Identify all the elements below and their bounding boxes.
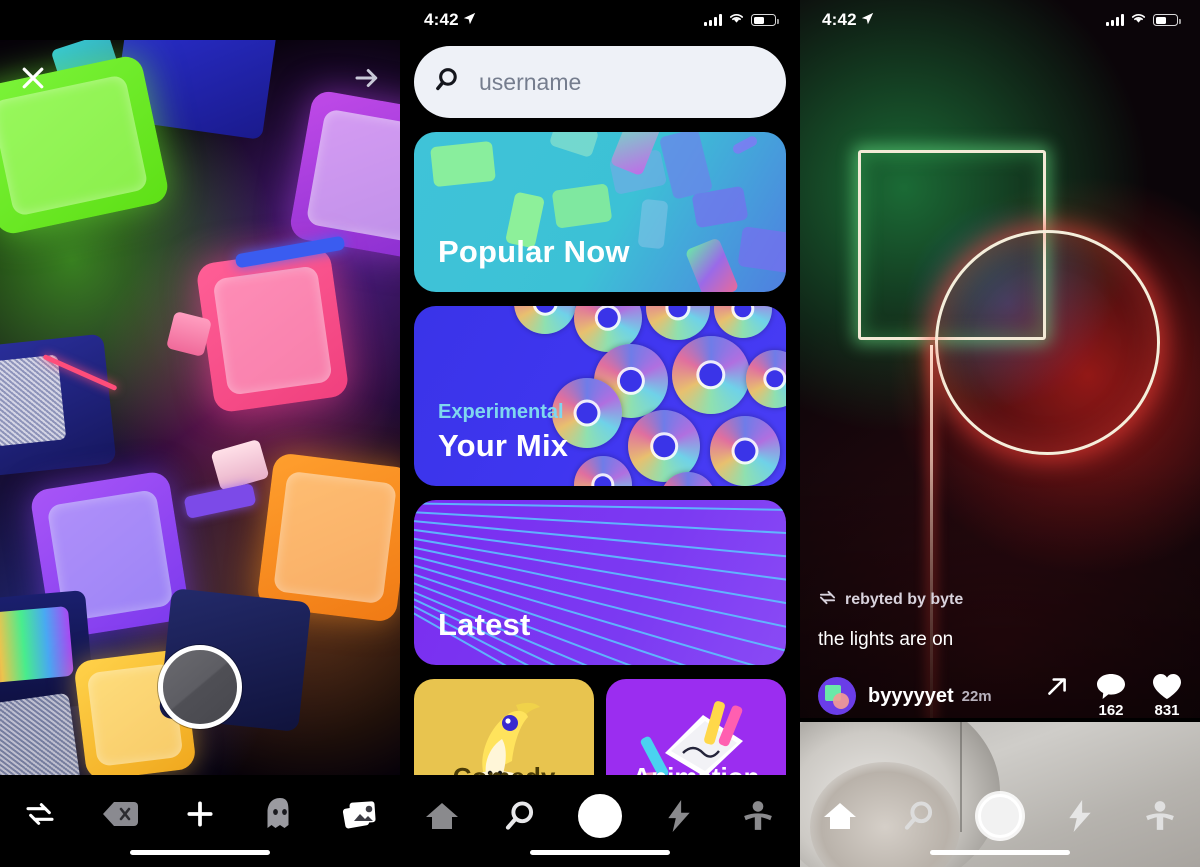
animation-tile-label: Animation <box>606 762 786 775</box>
nav-profile[interactable] <box>1120 791 1200 841</box>
like-button[interactable]: 831 <box>1152 673 1182 719</box>
loop-mode-button[interactable] <box>0 793 80 835</box>
status-time-group: 4:42 <box>822 10 874 30</box>
post-caption: the lights are on <box>818 629 954 650</box>
comedy-tile-label: Comedy <box>414 762 594 775</box>
post-timestamp: 22m <box>961 687 992 705</box>
nav-home[interactable] <box>402 791 481 841</box>
record-button[interactable] <box>158 645 242 729</box>
nav-profile[interactable] <box>719 791 798 841</box>
left-phone-camera-screen <box>0 0 400 867</box>
explore-scroll-area[interactable]: Popular Now Experimental Your Mix <box>402 40 798 775</box>
right-phone-feed-screen: 4:42 rebyted by byte the lights are on b… <box>800 0 1200 867</box>
nav-explore[interactable] <box>880 791 960 841</box>
avatar-circle-shape <box>833 693 849 709</box>
post-author-username[interactable]: byyyyyet <box>868 685 954 708</box>
your-mix-eyebrow: Experimental <box>438 401 564 423</box>
share-arrow-icon <box>1048 678 1066 695</box>
location-arrow-icon <box>463 10 476 30</box>
status-indicators <box>1106 11 1181 29</box>
post-author-row: byyyyyet 22m 162 831 <box>818 673 1182 719</box>
wifi-icon <box>728 11 745 29</box>
home-indicator <box>930 850 1070 855</box>
comedy-category-tile[interactable]: Comedy <box>414 679 594 775</box>
nav-activity[interactable] <box>640 791 719 841</box>
status-time: 4:42 <box>424 10 459 29</box>
post-actions: 162 831 <box>1044 673 1182 719</box>
latest-label: Latest <box>438 607 531 642</box>
like-count: 831 <box>1154 702 1180 719</box>
comment-button[interactable]: 162 <box>1096 673 1126 719</box>
right-status-bar: 4:42 <box>800 0 1200 40</box>
share-button[interactable] <box>1044 673 1070 699</box>
record-circle-icon[interactable] <box>978 794 1022 838</box>
location-arrow-icon <box>861 10 874 30</box>
avatar[interactable] <box>818 677 856 715</box>
home-indicator <box>130 850 270 855</box>
rebyte-arrows-icon <box>818 589 837 611</box>
nav-activity[interactable] <box>1040 791 1120 841</box>
wifi-icon <box>1130 11 1147 29</box>
neon-circle-shape <box>935 230 1160 455</box>
popular-now-label: Popular Now <box>438 234 630 269</box>
search-icon <box>436 66 463 98</box>
ghost-icon[interactable] <box>240 793 320 835</box>
search-input[interactable] <box>479 68 764 96</box>
status-time: 4:42 <box>822 10 857 29</box>
status-indicators <box>704 11 779 29</box>
post-meta-block: rebyted by byte the lights are on byyyyy… <box>818 589 1182 719</box>
category-tile-row: Comedy Animation <box>414 679 786 775</box>
mid-status-bar: 4:42 <box>402 0 798 40</box>
your-mix-label: Your Mix <box>438 428 569 463</box>
animation-category-tile[interactable]: Animation <box>606 679 786 775</box>
latest-card[interactable]: Latest <box>414 500 786 665</box>
your-mix-card[interactable]: Experimental Your Mix <box>414 306 786 486</box>
record-circle-icon[interactable] <box>578 794 622 838</box>
comment-bubble-icon <box>1097 674 1125 699</box>
rebyte-row[interactable]: rebyted by byte <box>818 589 1182 611</box>
cellular-bars-icon <box>1106 14 1124 26</box>
status-time-group: 4:42 <box>424 10 476 30</box>
battery-icon <box>1153 14 1181 26</box>
comment-count: 162 <box>1098 702 1124 719</box>
mid-phone-explore-screen: 4:42 username Popular Now Experimental Y… <box>400 0 800 867</box>
close-icon[interactable] <box>18 63 48 93</box>
home-indicator <box>530 850 670 855</box>
nav-home[interactable] <box>800 791 880 841</box>
nav-record[interactable] <box>960 791 1040 841</box>
rebyte-label: rebyted by byte <box>845 591 964 608</box>
cellular-bars-icon <box>704 14 722 26</box>
camera-top-controls <box>0 48 400 108</box>
battery-icon <box>751 14 779 26</box>
three-phone-screenshots: 4:42 username Popular Now Experimental Y… <box>0 0 1200 867</box>
nav-explore[interactable] <box>481 791 560 841</box>
delete-clip-button[interactable] <box>80 793 160 835</box>
add-clip-button[interactable] <box>160 793 240 835</box>
search-bar[interactable] <box>414 46 786 118</box>
popular-now-card[interactable]: Popular Now <box>414 132 786 292</box>
heart-icon <box>1153 674 1181 699</box>
gallery-button[interactable] <box>320 793 400 835</box>
next-arrow-icon[interactable] <box>352 63 382 93</box>
nav-record[interactable] <box>560 791 639 841</box>
